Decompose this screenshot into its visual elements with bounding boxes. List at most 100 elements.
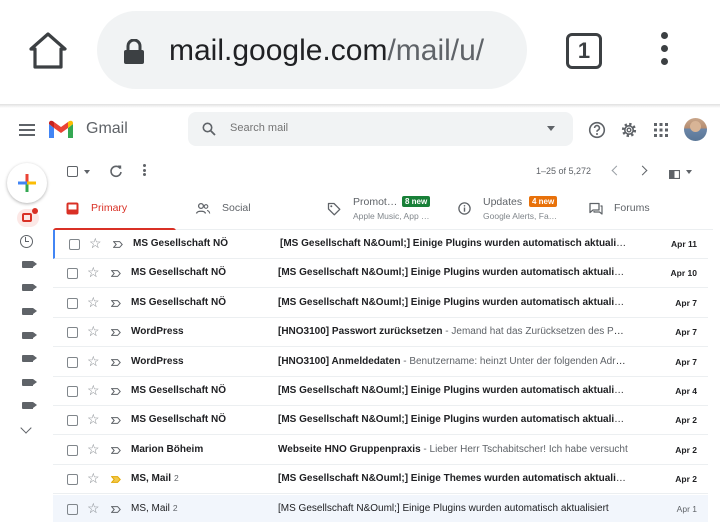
row-sender: MS Gesellschaft NÖ <box>131 385 227 396</box>
help-icon[interactable] <box>588 121 606 139</box>
row-subject: [MS Gesellschaft N&Ouml;] Einige Plugins… <box>278 414 628 426</box>
search-icon[interactable] <box>202 122 216 136</box>
row-checkbox[interactable] <box>67 327 78 339</box>
star-icon[interactable]: ☆ <box>87 295 100 309</box>
expand-more-icon[interactable] <box>20 422 32 434</box>
importance-marker-icon[interactable] <box>113 241 123 248</box>
row-checkbox[interactable] <box>67 268 78 280</box>
table-row[interactable]: ☆ MS Gesellschaft NÖ [MS Gesellschaft N&Ou… <box>53 230 708 259</box>
importance-marker-icon[interactable] <box>111 446 121 454</box>
label-icon[interactable] <box>22 402 37 409</box>
row-date: Apr 4 <box>675 386 697 396</box>
settings-gear-icon[interactable] <box>620 121 638 139</box>
tab-social[interactable]: Social <box>185 188 315 230</box>
tab-forums[interactable]: Forums <box>581 188 711 230</box>
select-dropdown-icon[interactable] <box>84 170 90 174</box>
home-icon[interactable] <box>28 30 68 70</box>
importance-marker-icon[interactable] <box>111 388 121 395</box>
row-checkbox[interactable] <box>67 386 78 397</box>
newer-page-icon[interactable] <box>611 165 622 176</box>
label-icon[interactable] <box>22 284 37 291</box>
forum-icon <box>589 202 603 215</box>
label-icon[interactable] <box>22 261 37 268</box>
star-icon[interactable]: ☆ <box>87 265 100 279</box>
older-page-icon[interactable] <box>637 165 648 176</box>
gmail-logo-icon[interactable] <box>48 120 74 140</box>
row-sender: MS Gesellschaft NÖ <box>131 267 227 279</box>
importance-marker-icon[interactable] <box>111 329 121 337</box>
row-checkbox[interactable] <box>67 503 78 515</box>
star-icon[interactable]: ☆ <box>87 501 100 515</box>
table-row[interactable]: ☆ Marion Böheim Webseite HNO Gruppenpraxis… <box>53 435 708 465</box>
row-checkbox[interactable] <box>67 474 78 486</box>
table-row[interactable]: ☆ MS Gesellschaft NÖ [MS Gesellschaft N&Ou… <box>53 406 708 436</box>
row-checkbox[interactable] <box>67 415 78 427</box>
star-icon[interactable]: ☆ <box>87 354 100 368</box>
importance-marker-icon[interactable] <box>111 476 121 484</box>
row-date: Apr 2 <box>675 474 697 485</box>
search-input[interactable] <box>230 122 530 134</box>
select-all-checkbox[interactable] <box>67 166 78 177</box>
url-text: mail.google.com/mail/u/ <box>169 34 485 67</box>
page-range: 1–25 of 5,272 <box>536 166 592 176</box>
tab-senders-preview: Google Alerts, Fa… <box>483 211 558 221</box>
star-icon[interactable]: ☆ <box>87 324 100 338</box>
label-icon[interactable] <box>22 308 37 315</box>
new-count-badge: 4 new <box>529 196 558 207</box>
search-bar[interactable] <box>188 112 573 146</box>
split-pane-icon[interactable] <box>668 166 681 180</box>
row-sender: WordPress <box>131 326 184 338</box>
row-sender: WordPress <box>131 355 184 367</box>
refresh-icon[interactable] <box>109 164 123 183</box>
split-pane-dropdown-icon[interactable] <box>686 170 692 174</box>
table-row[interactable]: ☆ MS, Mail 2 [MS Gesellschaft N&Ouml;] Eini… <box>53 465 708 495</box>
tab-switcher-button[interactable]: 1 <box>566 33 602 69</box>
label-icon[interactable] <box>22 379 37 386</box>
address-bar[interactable]: mail.google.com/mail/u/ <box>97 11 527 89</box>
star-icon[interactable]: ☆ <box>87 442 100 456</box>
row-checkbox[interactable] <box>67 297 78 309</box>
label-icon[interactable] <box>22 355 37 362</box>
importance-marker-icon[interactable] <box>111 358 121 366</box>
star-icon[interactable]: ☆ <box>87 471 100 485</box>
tab-label: Updates <box>483 196 523 208</box>
row-date: Apr 10 <box>670 268 697 279</box>
row-checkbox[interactable] <box>67 444 78 456</box>
star-icon[interactable]: ☆ <box>89 236 102 250</box>
table-row[interactable]: ☆ MS Gesellschaft NÖ [MS Gesellschaft N&Ou… <box>53 288 708 318</box>
row-checkbox[interactable] <box>69 239 80 250</box>
label-icon[interactable] <box>22 332 37 339</box>
star-icon[interactable]: ☆ <box>87 412 100 426</box>
row-snippet: - Benutzername: heinzt Unter der folgend… <box>400 355 628 367</box>
table-row[interactable]: ☆ MS Gesellschaft NÖ [MS Gesellschaft N&Ou… <box>53 259 708 289</box>
row-date: Apr 7 <box>675 297 697 308</box>
row-subject-line: [MS Gesellschaft N&Ouml;] Einige Plugins… <box>278 503 628 514</box>
importance-marker-icon[interactable] <box>111 299 121 307</box>
more-actions-icon[interactable] <box>143 164 147 178</box>
importance-marker-icon[interactable] <box>111 505 121 513</box>
star-icon[interactable]: ☆ <box>87 383 100 397</box>
table-row[interactable]: ☆ WordPress [HNO3100] Passwort zurücksetze… <box>53 318 708 348</box>
tab-promotions[interactable]: Promot… 8 new Apple Music, App … <box>317 188 447 230</box>
table-row[interactable]: ☆ MS Gesellschaft NÖ [MS Gesellschaft N&Ou… <box>53 377 708 406</box>
snoozed-clock-icon[interactable] <box>20 235 33 248</box>
row-checkbox[interactable] <box>67 356 78 368</box>
apps-grid-icon[interactable] <box>652 121 670 139</box>
compose-button[interactable] <box>7 163 47 203</box>
new-count-badge: 8 new <box>402 196 431 207</box>
importance-marker-icon[interactable] <box>111 270 121 278</box>
importance-marker-icon[interactable] <box>111 417 121 425</box>
account-avatar[interactable] <box>684 118 707 141</box>
row-sender: MS, Mail 2 <box>131 502 178 514</box>
table-row[interactable]: ☆ MS, Mail 2 [MS Gesellschaft N&Ouml;] Eini… <box>53 494 708 522</box>
row-date: Apr 1 <box>676 503 697 514</box>
main-menu-icon[interactable] <box>19 124 35 136</box>
table-row[interactable]: ☆ WordPress [HNO3100] Anmeldedaten - Benut… <box>53 347 708 377</box>
browser-menu-icon[interactable] <box>656 32 672 72</box>
tab-primary[interactable]: Primary <box>53 188 183 231</box>
search-options-icon[interactable] <box>547 126 555 131</box>
inbox-icon[interactable] <box>17 208 39 227</box>
info-icon <box>458 202 471 215</box>
tab-updates[interactable]: Updates 4 new Google Alerts, Fa… <box>449 188 579 230</box>
row-subject: [HNO3100] Passwort zurücksetzen <box>278 326 443 338</box>
